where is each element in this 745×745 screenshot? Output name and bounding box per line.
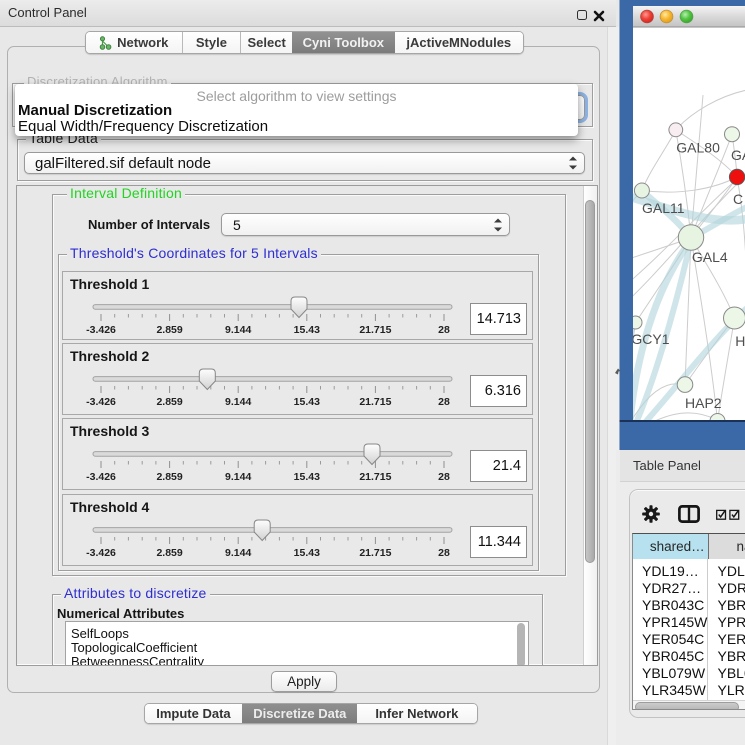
svg-text:GAL4: GAL4 — [692, 249, 728, 265]
svg-text:H: H — [735, 333, 745, 349]
svg-text:C: C — [733, 191, 743, 207]
svg-text:GA: GA — [731, 147, 745, 163]
svg-text:GCY1: GCY1 — [631, 331, 669, 347]
svg-text:GAL80: GAL80 — [676, 139, 720, 155]
svg-text:HAP2: HAP2 — [685, 395, 722, 411]
svg-text:GAL11: GAL11 — [642, 200, 685, 216]
